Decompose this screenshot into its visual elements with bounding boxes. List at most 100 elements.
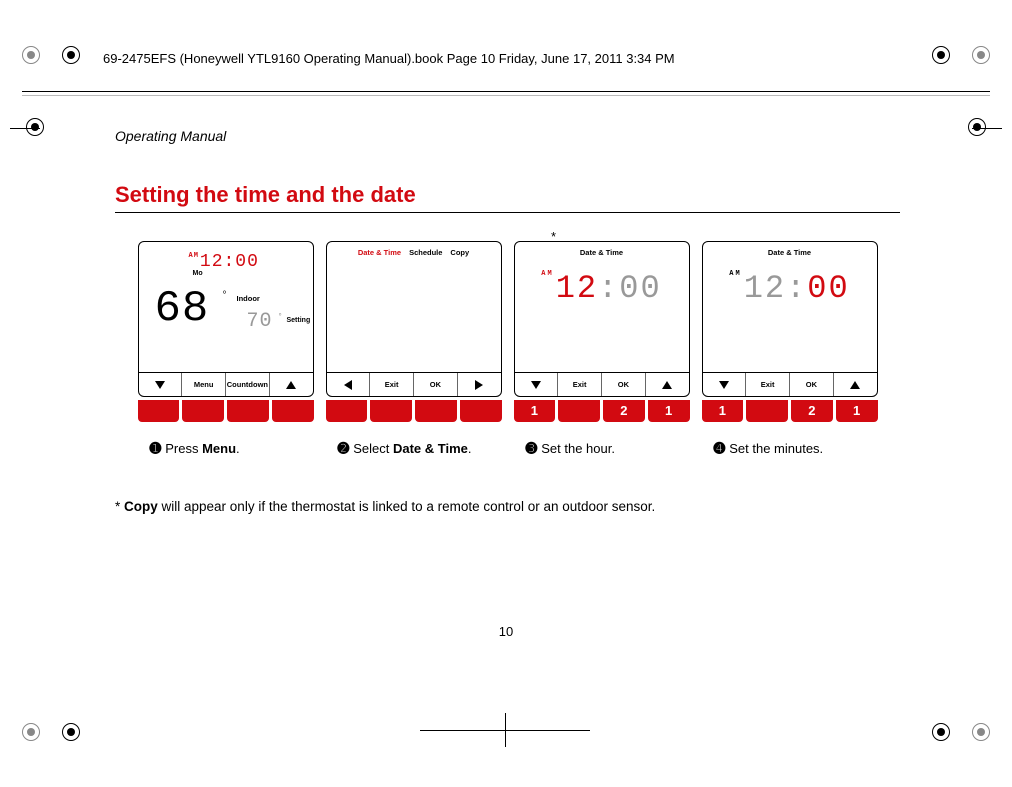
- hardware-button[interactable]: .: [138, 400, 180, 422]
- hardware-button[interactable]: .: [326, 400, 368, 422]
- running-head: Operating Manual: [115, 128, 900, 144]
- step-number-icon: ➋: [338, 440, 350, 456]
- hardware-button-row: 1 . 2 1: [702, 400, 878, 422]
- chevron-down-icon: [719, 381, 729, 389]
- hardware-button[interactable]: .: [746, 400, 788, 422]
- hardware-button-row: 1 . 2 1: [514, 400, 690, 422]
- crop-line: [505, 713, 506, 747]
- thermostat-step-1: AM12:00 Mo 68 ° Indoor 70 ° Setting Menu…: [136, 241, 316, 422]
- hardware-button-row: . . . .: [326, 400, 502, 422]
- time-editor: AM12:00: [541, 270, 661, 307]
- tab-date-time: Date & Time: [768, 248, 811, 257]
- menu-tabs: Date & Time: [709, 246, 871, 257]
- reg-mark-icon: [972, 46, 990, 64]
- indoor-temperature: 68: [155, 284, 210, 334]
- step-caption-2: ➋Select Date & Time.: [324, 440, 504, 457]
- thermostat-screen: AM12:00 Mo 68 ° Indoor 70 ° Setting Menu…: [138, 241, 314, 397]
- chevron-right-icon: [475, 380, 483, 390]
- hardware-button[interactable]: .: [415, 400, 457, 422]
- tab-copy: Copy: [450, 248, 469, 257]
- softkey-row: Exit OK: [703, 372, 877, 396]
- reg-mark-icon: [22, 723, 40, 741]
- reg-mark-icon: [968, 118, 986, 136]
- hardware-button[interactable]: .: [460, 400, 502, 422]
- step-number-icon: ➌: [526, 440, 538, 456]
- thermostat-step-3: Date & Time AM12:00 Exit OK 1 . 2 1: [512, 241, 692, 422]
- thermostat-step-4: Date & Time AM12:00 Exit OK 1 . 2 1: [700, 241, 880, 422]
- step-caption-4: ➍Set the minutes.: [700, 440, 880, 457]
- indoor-label: Indoor: [237, 294, 260, 303]
- pdf-page-header: 69-2475EFS (Honeywell YTL9160 Operating …: [103, 51, 675, 66]
- softkey-ok[interactable]: OK: [414, 373, 458, 396]
- thermostat-step-2: Date & Time Schedule Copy Exit OK . . . …: [324, 241, 504, 422]
- day-label: Mo: [193, 270, 203, 277]
- am-indicator: AM: [189, 252, 199, 260]
- softkey-down[interactable]: [139, 373, 183, 396]
- thermostat-screen: Date & Time Schedule Copy Exit OK: [326, 241, 502, 397]
- minute-value: 00: [619, 270, 661, 307]
- am-indicator: AM: [729, 270, 741, 278]
- softkey-exit[interactable]: Exit: [558, 373, 602, 396]
- softkey-up[interactable]: [646, 373, 689, 396]
- softkey-left[interactable]: [327, 373, 371, 396]
- step-caption-3: ➌Set the hour.: [512, 440, 692, 457]
- softkey-ok[interactable]: OK: [790, 373, 834, 396]
- hardware-button[interactable]: .: [558, 400, 600, 422]
- tab-date-time: Date & Time: [358, 248, 401, 257]
- chevron-down-icon: [531, 381, 541, 389]
- hardware-button-row: . . . .: [138, 400, 314, 422]
- thermostat-screen: Date & Time AM12:00 Exit OK: [514, 241, 690, 397]
- softkey-ok[interactable]: OK: [602, 373, 646, 396]
- page-number: 10: [499, 624, 513, 639]
- softkey-right[interactable]: [458, 373, 501, 396]
- minute-value: 00: [807, 270, 849, 307]
- softkey-up[interactable]: [270, 373, 313, 396]
- reg-mark-icon: [972, 723, 990, 741]
- reg-mark-icon: [22, 46, 40, 64]
- softkey-down[interactable]: [515, 373, 559, 396]
- hardware-button[interactable]: .: [227, 400, 269, 422]
- lcd-display: Date & Time AM12:00: [703, 242, 877, 372]
- reg-mark-icon: [62, 46, 80, 64]
- hardware-button[interactable]: .: [182, 400, 224, 422]
- thermostat-steps-row: * AM12:00 Mo 68 ° Indoor 70 ° Setting: [115, 241, 900, 422]
- crop-line: [22, 95, 990, 96]
- page-content: Operating Manual Setting the time and th…: [115, 128, 900, 514]
- chevron-down-icon: [155, 381, 165, 389]
- softkey-row: Exit OK: [515, 372, 689, 396]
- hour-value: 12: [556, 270, 598, 307]
- caption-row: ➊Press Menu. ➋Select Date & Time. ➌Set t…: [115, 440, 900, 457]
- tab-schedule: Schedule: [409, 248, 442, 257]
- hardware-button[interactable]: .: [370, 400, 412, 422]
- degree-icon: °: [223, 290, 227, 301]
- clock-time: AM12:00: [189, 252, 259, 272]
- crop-line: [22, 91, 990, 92]
- softkey-down[interactable]: [703, 373, 747, 396]
- softkey-exit[interactable]: Exit: [370, 373, 414, 396]
- softkey-menu[interactable]: Menu: [182, 373, 226, 396]
- softkey-exit[interactable]: Exit: [746, 373, 790, 396]
- hardware-button[interactable]: .: [272, 400, 314, 422]
- lcd-display: Date & Time Schedule Copy: [327, 242, 501, 372]
- crop-line: [972, 128, 1002, 129]
- softkey-countdown[interactable]: Countdown: [226, 373, 270, 396]
- section-title: Setting the time and the date: [115, 182, 900, 213]
- softkey-up[interactable]: [834, 373, 877, 396]
- hardware-button[interactable]: 2: [791, 400, 833, 422]
- hardware-button[interactable]: 2: [603, 400, 645, 422]
- chevron-left-icon: [344, 380, 352, 390]
- hardware-button[interactable]: 1: [514, 400, 556, 422]
- hardware-button[interactable]: 1: [648, 400, 690, 422]
- footnote: * Copy will appear only if the thermosta…: [115, 499, 900, 514]
- reg-mark-icon: [62, 723, 80, 741]
- thermostat-screen: Date & Time AM12:00 Exit OK: [702, 241, 878, 397]
- degree-icon: °: [279, 312, 282, 321]
- setting-label: Setting: [287, 317, 311, 324]
- chevron-up-icon: [850, 381, 860, 389]
- menu-tabs: Date & Time Schedule Copy: [333, 246, 495, 257]
- hardware-button[interactable]: 1: [702, 400, 744, 422]
- hardware-button[interactable]: 1: [836, 400, 878, 422]
- step-number-icon: ➊: [150, 440, 162, 456]
- reg-mark-icon: [932, 723, 950, 741]
- menu-tabs: Date & Time: [521, 246, 683, 257]
